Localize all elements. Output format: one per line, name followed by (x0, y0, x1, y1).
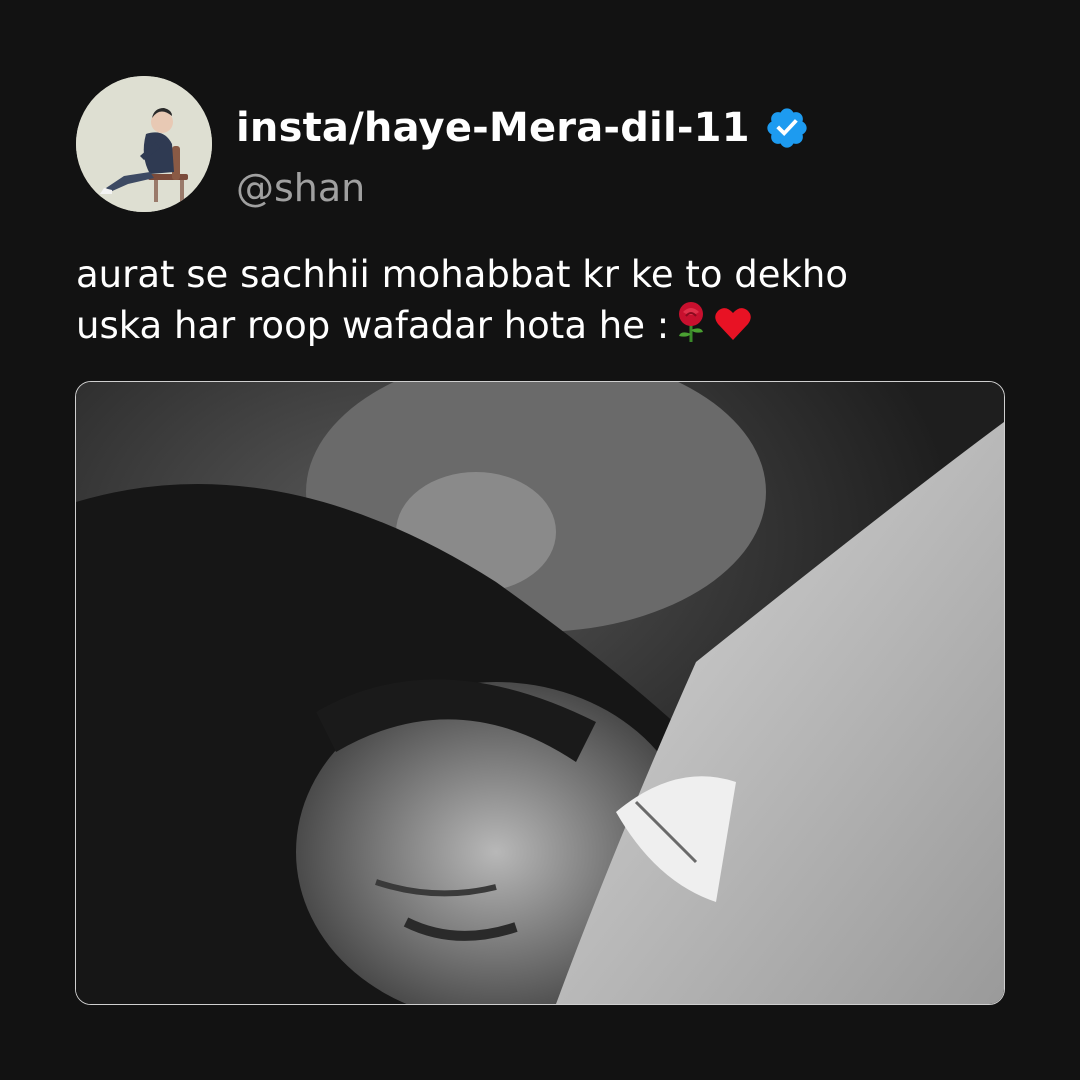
rose-emoji (679, 302, 704, 342)
avatar-illustration (76, 76, 212, 212)
tweet-line-2: uska har roop wafadar hota he : (76, 300, 996, 351)
tweet-line-1: aurat se sachhii mohabbat kr ke to dekho (76, 253, 849, 296)
tweet-text: aurat se sachhii mohabbat kr ke to dekho… (76, 250, 996, 351)
couple-photo (76, 382, 1004, 1004)
tweet-line-2-text: uska har roop wafadar hota he : (76, 304, 670, 347)
verified-badge-icon (767, 108, 807, 148)
display-name[interactable]: insta/haye-Mera-dil-11 (236, 105, 750, 151)
user-handle[interactable]: @shan (236, 166, 365, 210)
display-name-row: insta/haye-Mera-dil-11 (236, 100, 810, 156)
media-image[interactable] (75, 381, 1005, 1005)
red-heart-emoji (715, 308, 751, 340)
avatar[interactable] (76, 76, 212, 212)
